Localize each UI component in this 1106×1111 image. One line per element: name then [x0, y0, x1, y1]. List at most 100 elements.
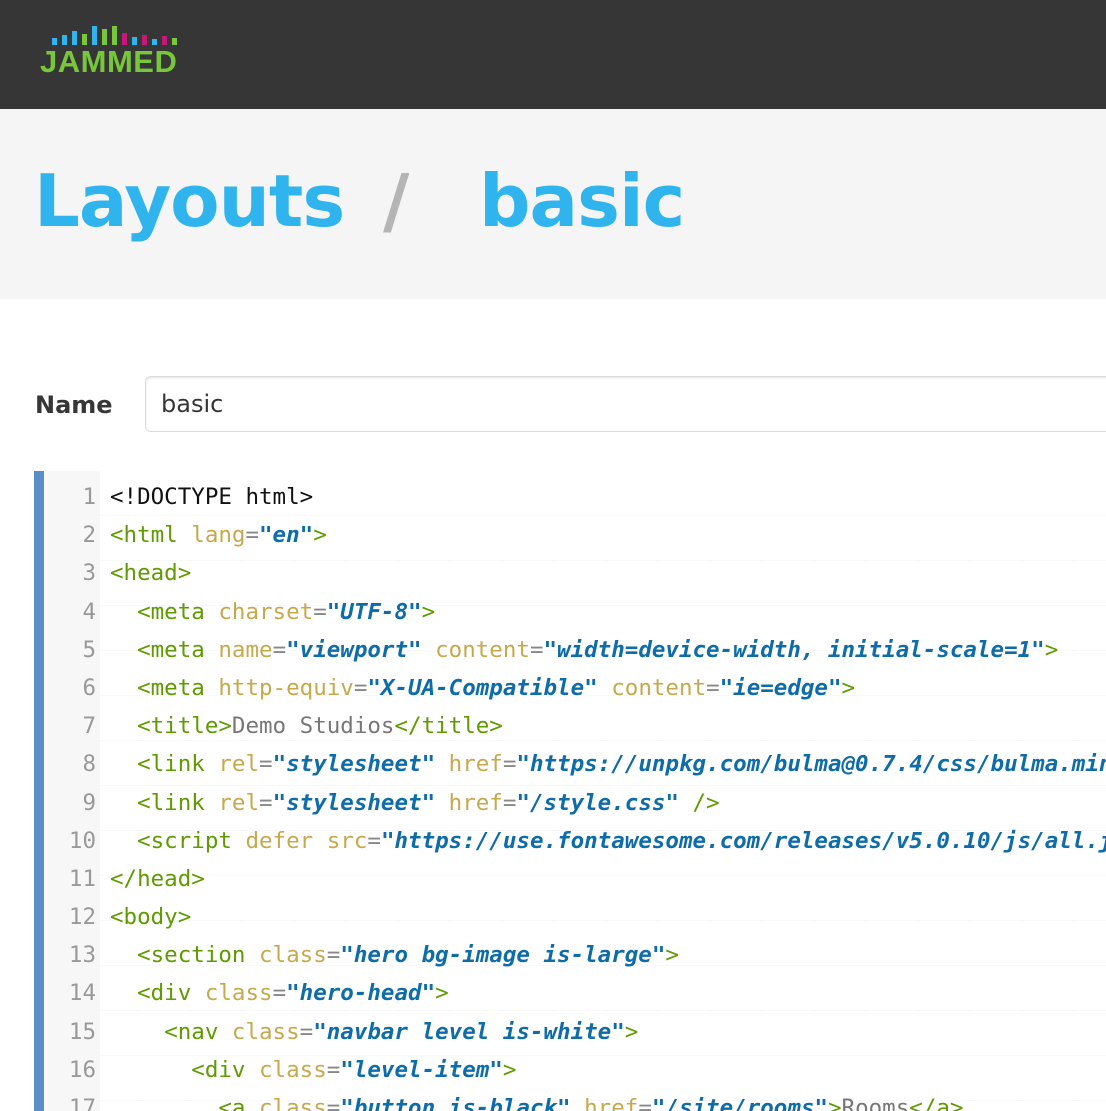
code-token-tag: >	[1044, 636, 1059, 663]
code-token-attr: lang	[191, 522, 246, 549]
code-text: <nav class="navbar level is-white">	[110, 1013, 638, 1051]
code-token-tag: >	[665, 942, 679, 969]
line-number: 5	[82, 636, 96, 663]
code-token-str: "/site/rooms"	[651, 1095, 828, 1111]
code-text: <meta name="viewport" content="width=dev…	[110, 631, 1058, 669]
code-token-attr: href	[448, 789, 503, 816]
code-token-str: "stylesheet"	[272, 789, 449, 816]
code-line[interactable]: 7 <title>Demo Studios</title>	[34, 707, 1106, 745]
line-number: 15	[68, 1018, 96, 1045]
code-token-tag: <script	[137, 827, 246, 854]
code-token-str: "width=device-width, initial-scale=1"	[543, 636, 1045, 663]
breadcrumb-current: basic	[479, 159, 685, 243]
code-line[interactable]: 13 <section class="hero bg-image is-larg…	[34, 936, 1106, 974]
code-line[interactable]: 12 <body>	[34, 898, 1106, 936]
code-token-eq: =	[326, 1095, 341, 1111]
code-line[interactable]: 8 <link rel="stylesheet" href="https://u…	[34, 745, 1106, 783]
code-text: <meta http-equiv="X-UA-Compatible" conte…	[110, 669, 855, 707]
code-line[interactable]: 2 <html lang="en">	[34, 516, 1106, 554]
code-token-attr: http-equiv	[218, 674, 354, 701]
code-token-eq: =	[502, 751, 517, 778]
code-lines: 1 <!DOCTYPE html> 2 <html lang="en"> 3 <head>…	[34, 478, 1106, 1111]
top-navbar: JAMMED	[0, 0, 1106, 109]
code-token-tag: <link	[137, 751, 219, 778]
jammed-logo[interactable]: JAMMED	[40, 25, 190, 81]
code-token-str: "ie=edge"	[719, 674, 842, 701]
code-text: <!DOCTYPE html>	[110, 478, 313, 516]
code-token-tag: <div	[137, 980, 205, 1007]
code-token-attr: src	[326, 827, 368, 854]
code-token-eq: =	[313, 598, 327, 625]
code-token-tag: <nav	[164, 1018, 232, 1045]
code-line[interactable]: 9 <link rel="stylesheet" href="/style.cs…	[34, 784, 1106, 822]
code-token-attr: href	[448, 751, 503, 778]
code-text: <body>	[110, 898, 191, 936]
code-text: <section class="hero bg-image is-large">	[110, 936, 679, 974]
name-input[interactable]	[145, 376, 1106, 432]
code-token-str: "UTF-8"	[326, 598, 422, 625]
code-token-str: "en"	[259, 522, 314, 549]
code-token-attr: content	[435, 636, 530, 663]
code-editor[interactable]: 1 <!DOCTYPE html> 2 <html lang="en"> 3 <head>…	[34, 471, 1106, 1111]
code-token-attr: class	[204, 980, 273, 1007]
code-token-eq: =	[529, 636, 544, 663]
code-line[interactable]: 5 <meta name="viewport" content="width=d…	[34, 631, 1106, 669]
code-token-str: "navbar level is-white"	[313, 1018, 625, 1045]
code-token-attr: name	[218, 636, 273, 663]
code-line[interactable]: 1 <!DOCTYPE html>	[34, 478, 1106, 516]
line-number: 14	[68, 980, 96, 1007]
code-token-str: "X-UA-Compatible"	[367, 674, 612, 701]
code-token-doc: <!DOCTYPE html>	[110, 484, 314, 510]
code-token-attr: defer	[245, 827, 327, 854]
code-token-str: "button is-black"	[340, 1095, 585, 1111]
line-number: 16	[68, 1056, 96, 1083]
code-line[interactable]: 6 <meta http-equiv="X-UA-Compatible" con…	[34, 669, 1106, 707]
code-text: <meta charset="UTF-8">	[110, 593, 435, 631]
code-token-txt: Demo Studios	[231, 713, 395, 740]
code-line[interactable]: 16 <div class="level-item">	[34, 1051, 1106, 1089]
line-number: 11	[68, 865, 96, 892]
code-token-eq: =	[245, 522, 260, 549]
code-token-eq: =	[706, 674, 720, 701]
code-token-tag: </head>	[110, 865, 205, 892]
code-token-eq: =	[353, 674, 368, 701]
code-token-attr: href	[584, 1095, 639, 1111]
code-text: <a class="button is-black" href="/site/r…	[110, 1089, 963, 1111]
code-line[interactable]: 17 <a class="button is-black" href="/sit…	[34, 1089, 1106, 1111]
code-token-tag: </title>	[394, 713, 503, 740]
code-token-attr: class	[259, 1056, 327, 1083]
code-token-str: "https://unpkg.com/bulma@0.7.4/css/bulma…	[516, 751, 1106, 778]
line-number: 8	[82, 751, 96, 778]
code-line[interactable]: 14 <div class="hero-head">	[34, 974, 1106, 1012]
code-token-str: "hero-head"	[286, 980, 436, 1007]
line-number: 13	[68, 942, 96, 969]
code-token-eq: =	[272, 980, 287, 1007]
code-text: <html lang="en">	[110, 516, 327, 554]
line-number: 17	[68, 1095, 96, 1111]
code-line[interactable]: 11 </head>	[34, 860, 1106, 898]
line-number: 2	[82, 522, 96, 549]
code-token-str: "/style.css"	[516, 789, 693, 816]
code-token-tag: >	[841, 674, 856, 701]
code-line[interactable]: 15 <nav class="navbar level is-white">	[34, 1013, 1106, 1051]
code-token-tag: >	[421, 598, 436, 625]
code-token-attr: charset	[218, 598, 314, 625]
code-token-str: "hero bg-image is-large"	[340, 942, 666, 969]
code-token-eq: =	[299, 1018, 314, 1045]
code-text: </head>	[110, 860, 205, 898]
line-number: 10	[68, 827, 96, 854]
code-line[interactable]: 3 <head>	[34, 554, 1106, 592]
code-line[interactable]: 4 <meta charset="UTF-8">	[34, 593, 1106, 631]
breadcrumb-layouts-link[interactable]: Layouts	[34, 158, 345, 244]
code-line[interactable]: 10 <script defer src="https://use.fontaw…	[34, 822, 1106, 860]
code-token-str: "https://use.fontawesome.com/releases/v5…	[380, 827, 1106, 854]
code-token-tag: <div	[191, 1056, 260, 1083]
code-token-tag: <section	[137, 942, 260, 969]
code-token-attr: rel	[218, 751, 260, 778]
